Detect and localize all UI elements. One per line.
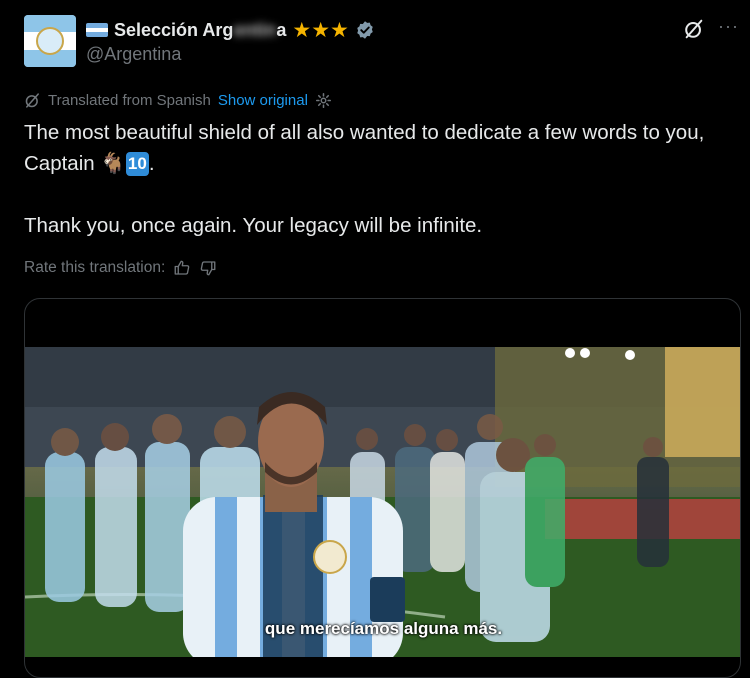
- translation-row: Translated from Spanish Show original: [24, 90, 332, 110]
- afa-crest-icon: [36, 27, 64, 55]
- tweet-paragraph-2: Thank you, once again. Your legacy will …: [24, 214, 483, 237]
- rate-translation-label: Rate this translation:: [24, 259, 166, 276]
- verified-badge-icon: [357, 21, 373, 39]
- translate-icon: [25, 92, 39, 108]
- author-handle[interactable]: @Argentina: [86, 44, 181, 65]
- more-options-icon[interactable]: ···: [718, 16, 739, 37]
- show-original-link[interactable]: Show original: [218, 92, 308, 109]
- thumbs-down-icon[interactable]: [199, 259, 217, 277]
- media-card[interactable]: que merecíamos alguna más.: [24, 298, 741, 678]
- argentina-flag-icon: [86, 23, 108, 37]
- author-display-name[interactable]: Selección Argentina: [114, 20, 286, 41]
- video-subtitle: que merecíamos alguna más.: [264, 619, 503, 638]
- grok-icon[interactable]: [683, 18, 705, 40]
- star-badges: ★★★: [292, 18, 349, 42]
- rate-translation-row: Rate this translation:: [24, 257, 217, 279]
- author-name-row[interactable]: Selección Argentina ★★★: [86, 18, 375, 42]
- keycap-ten-emoji: 10: [125, 152, 149, 176]
- tweet-text: The most beautiful shield of all also wa…: [24, 117, 734, 241]
- goat-emoji: 🐐: [100, 152, 126, 175]
- video-frame-image: [25, 347, 740, 657]
- gear-icon[interactable]: [315, 92, 332, 109]
- tweet-paragraph-1: The most beautiful shield of all also wa…: [24, 121, 705, 176]
- author-avatar[interactable]: [24, 15, 76, 67]
- translated-from-label: Translated from Spanish: [48, 91, 211, 109]
- obscured-name-part: entin: [233, 19, 277, 40]
- video-player[interactable]: que merecíamos alguna más.: [25, 347, 740, 657]
- thumbs-up-icon[interactable]: [173, 259, 191, 277]
